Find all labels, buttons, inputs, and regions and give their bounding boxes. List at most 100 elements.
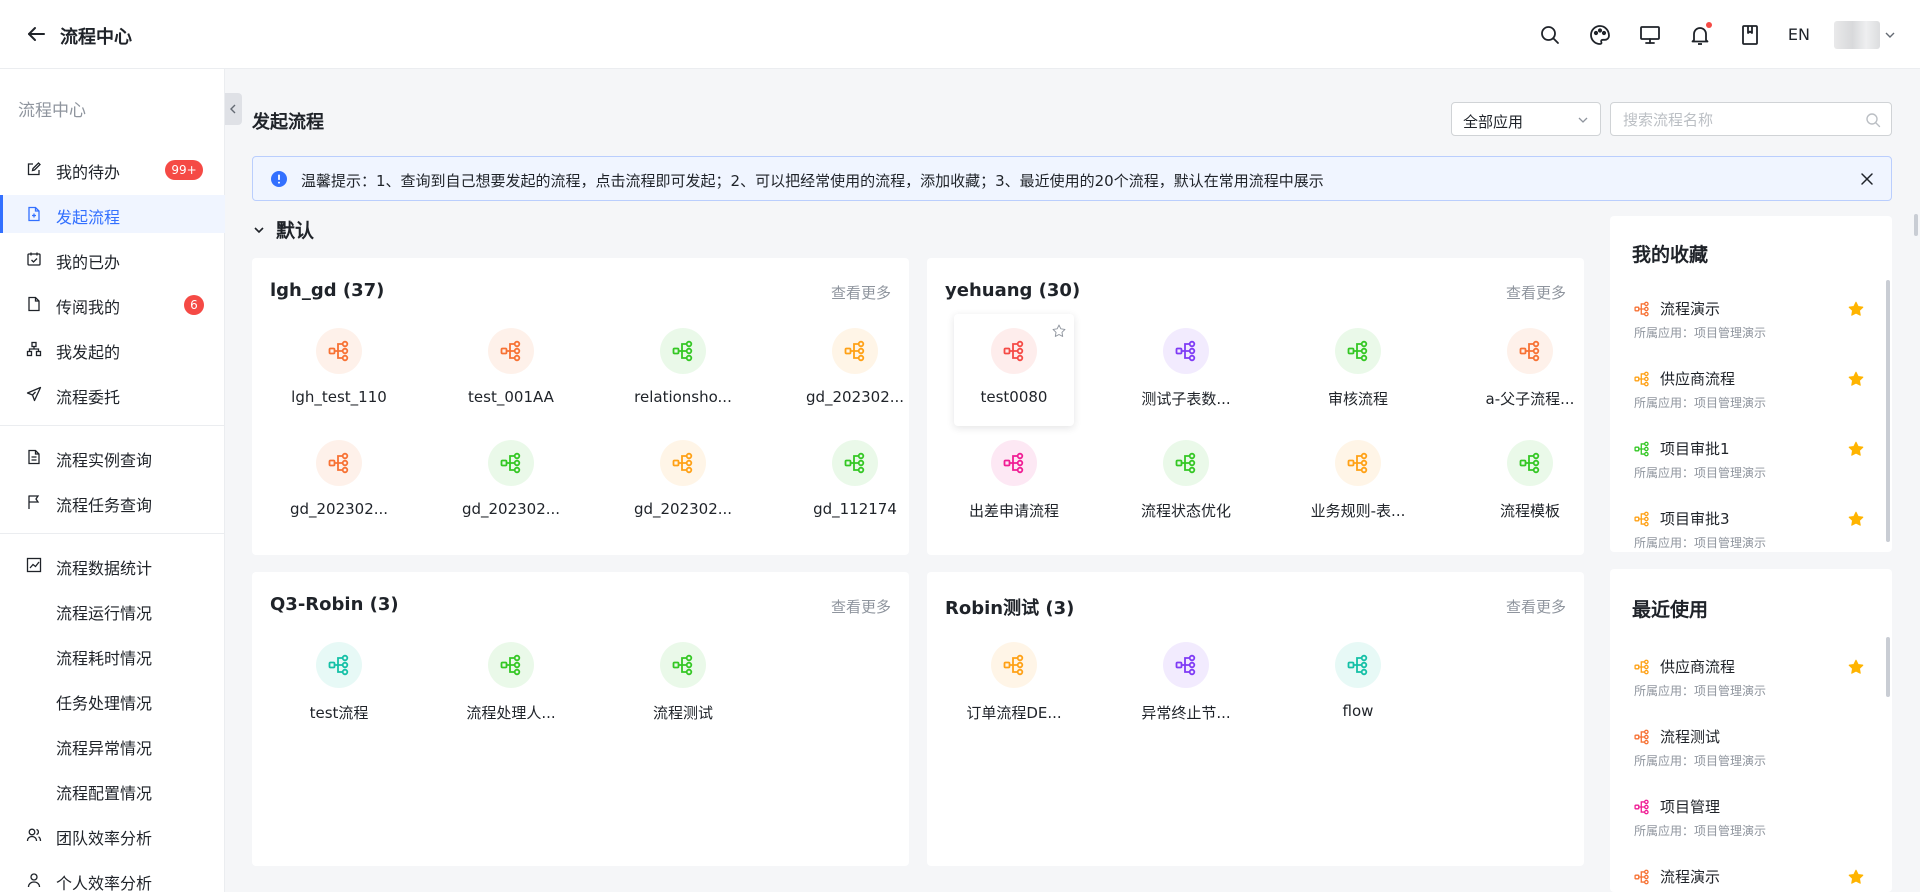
sidebar-item-run-status[interactable]: 流程运行情况 [0, 591, 225, 629]
item-name: 项目审批3 [1660, 510, 1730, 528]
item-name: 流程演示 [1660, 300, 1721, 318]
flow-item[interactable]: 订单流程DE... [954, 628, 1074, 740]
flow-item[interactable]: relationsho... [623, 314, 743, 426]
star-filled-icon[interactable] [1848, 441, 1864, 457]
sidebar-item-instance-query[interactable]: 流程实例查询 [0, 438, 225, 476]
monitor-icon[interactable] [1638, 23, 1662, 47]
flow-item[interactable]: 出差申请流程 [954, 426, 1074, 538]
sidebar-item-task-query[interactable]: 流程任务查询 [0, 483, 225, 521]
recent-item[interactable]: 流程演示 [1634, 866, 1864, 892]
flow-icon [1003, 452, 1024, 474]
sidebar-item-config[interactable]: 流程配置情况 [0, 771, 225, 809]
flow-name: gd_202302... [289, 500, 389, 518]
flow-icon-circle [488, 642, 534, 688]
flow-icon-circle [1335, 440, 1381, 486]
sidebar-item-personal-efficiency[interactable]: 个人效率分析 [0, 861, 225, 892]
flow-item[interactable]: 流程处理人... [451, 628, 571, 740]
flow-item[interactable]: a-父子流程... [1470, 314, 1590, 426]
flow-item[interactable]: gd_202302... [279, 426, 399, 538]
close-icon[interactable] [1859, 171, 1875, 187]
back-arrow-icon[interactable] [24, 22, 48, 46]
sidebar-item-statistics[interactable]: 流程数据统计 [0, 546, 225, 584]
star-filled-icon[interactable] [1848, 511, 1864, 527]
flow-icon-circle [316, 642, 362, 688]
page-title: 发起流程 [252, 112, 324, 133]
view-more-link[interactable]: 查看更多 [831, 596, 891, 617]
file-icon [28, 296, 40, 312]
flow-item[interactable]: 流程状态优化 [1126, 426, 1246, 538]
sidebar-item-initiated[interactable]: 我发起的 [0, 330, 225, 368]
card-title: Q3-Robin (3) [270, 594, 399, 615]
sidebar-item-team-efficiency[interactable]: 团队效率分析 [0, 816, 225, 854]
flow-item[interactable]: 流程模板 [1470, 426, 1590, 538]
flow-item[interactable]: 异常终止节... [1126, 628, 1246, 740]
sidebar-item-start-flow[interactable]: 发起流程 [0, 195, 225, 233]
favorite-item[interactable]: 流程演示 所属应用：项目管理演示 [1634, 298, 1864, 352]
favorite-item[interactable]: 供应商流程 所属应用：项目管理演示 [1634, 368, 1864, 422]
flow-name: 异常终止节... [1141, 704, 1231, 722]
item-name: 流程演示 [1660, 868, 1721, 886]
favorite-item[interactable]: 项目审批1 所属应用：项目管理演示 [1634, 438, 1864, 492]
notification-bell[interactable] [1688, 21, 1712, 47]
app-filter-select[interactable]: 全部应用 [1451, 102, 1601, 136]
flow-item[interactable]: gd_202302... [451, 426, 571, 538]
recent-item[interactable]: 项目管理 所属应用：项目管理演示 [1634, 796, 1864, 850]
recent-item[interactable]: 流程测试 所属应用：项目管理演示 [1634, 726, 1864, 780]
palette-icon[interactable] [1588, 23, 1612, 47]
flow-item[interactable]: gd_112174 [795, 426, 915, 538]
flow-item[interactable]: gd_202302... [623, 426, 743, 538]
sidebar-item-cc[interactable]: 传阅我的 6 [0, 285, 225, 323]
view-more-link[interactable]: 查看更多 [831, 282, 891, 303]
star-outline-icon[interactable] [1052, 324, 1066, 338]
favorites-scrollbar[interactable] [1886, 280, 1890, 542]
sidebar-collapse-toggle[interactable] [225, 93, 242, 125]
search-icon[interactable] [1865, 112, 1881, 128]
chart-icon [26, 557, 42, 573]
flow-item[interactable]: gd_202302... [795, 314, 915, 426]
page-scrollbar[interactable] [1914, 214, 1918, 236]
book-icon[interactable] [1738, 23, 1762, 47]
flow-icon [672, 654, 693, 676]
flow-search-input[interactable] [1623, 110, 1853, 130]
search-icon[interactable] [1538, 23, 1562, 47]
flow-item[interactable]: test_001AA [451, 314, 571, 426]
item-app: 所属应用：项目管理演示 [1634, 824, 1767, 838]
flow-name: gd_112174 [813, 500, 897, 518]
flow-card: lgh_gd (37) 查看更多 lgh_test_110 test_001AA r… [252, 258, 909, 555]
flow-icon-circle [660, 440, 706, 486]
favorite-item[interactable]: 项目审批3 所属应用：项目管理演示 [1634, 508, 1864, 552]
sidebar-title: 流程中心 [18, 101, 86, 121]
star-filled-icon[interactable] [1848, 659, 1864, 675]
sidebar-item-task-handling[interactable]: 任务处理情况 [0, 681, 225, 719]
sidebar-item-exceptions[interactable]: 流程异常情况 [0, 726, 225, 764]
sidebar-item-done[interactable]: 我的已办 [0, 240, 225, 278]
star-filled-icon[interactable] [1848, 869, 1864, 885]
item-app: 所属应用：项目管理演示 [1634, 466, 1767, 480]
star-filled-icon[interactable] [1848, 371, 1864, 387]
group-toggle[interactable]: 默认 [252, 216, 314, 243]
flow-item[interactable]: flow [1298, 628, 1418, 740]
flow-name: gd_202302... [805, 388, 905, 406]
view-more-link[interactable]: 查看更多 [1506, 596, 1566, 617]
flow-item[interactable]: test流程 [279, 628, 399, 740]
flow-name: gd_202302... [633, 500, 733, 518]
sidebar-item-todo[interactable]: 我的待办 99+ [0, 150, 225, 188]
recent-item[interactable]: 供应商流程 所属应用：项目管理演示 [1634, 656, 1864, 710]
flow-item[interactable]: test0080 [954, 314, 1074, 426]
sidebar-item-delegate[interactable]: 流程委托 [0, 375, 225, 413]
language-switch[interactable]: EN [1788, 25, 1810, 44]
calendar-check-icon [27, 252, 41, 266]
flow-item[interactable]: 审核流程 [1298, 314, 1418, 426]
flow-item[interactable]: 测试子表数... [1126, 314, 1246, 426]
flow-icon-circle [316, 328, 362, 374]
item-app: 所属应用：项目管理演示 [1634, 536, 1767, 550]
star-filled-icon[interactable] [1848, 301, 1864, 317]
sidebar-item-duration[interactable]: 流程耗时情况 [0, 636, 225, 674]
flow-item[interactable]: lgh_test_110 [279, 314, 399, 426]
user-menu[interactable] [1834, 20, 1896, 49]
view-more-link[interactable]: 查看更多 [1506, 282, 1566, 303]
flow-search [1610, 102, 1892, 136]
flow-item[interactable]: 业务规则-表... [1298, 426, 1418, 538]
recent-scrollbar[interactable] [1886, 637, 1890, 697]
flow-item[interactable]: 流程测试 [623, 628, 743, 740]
